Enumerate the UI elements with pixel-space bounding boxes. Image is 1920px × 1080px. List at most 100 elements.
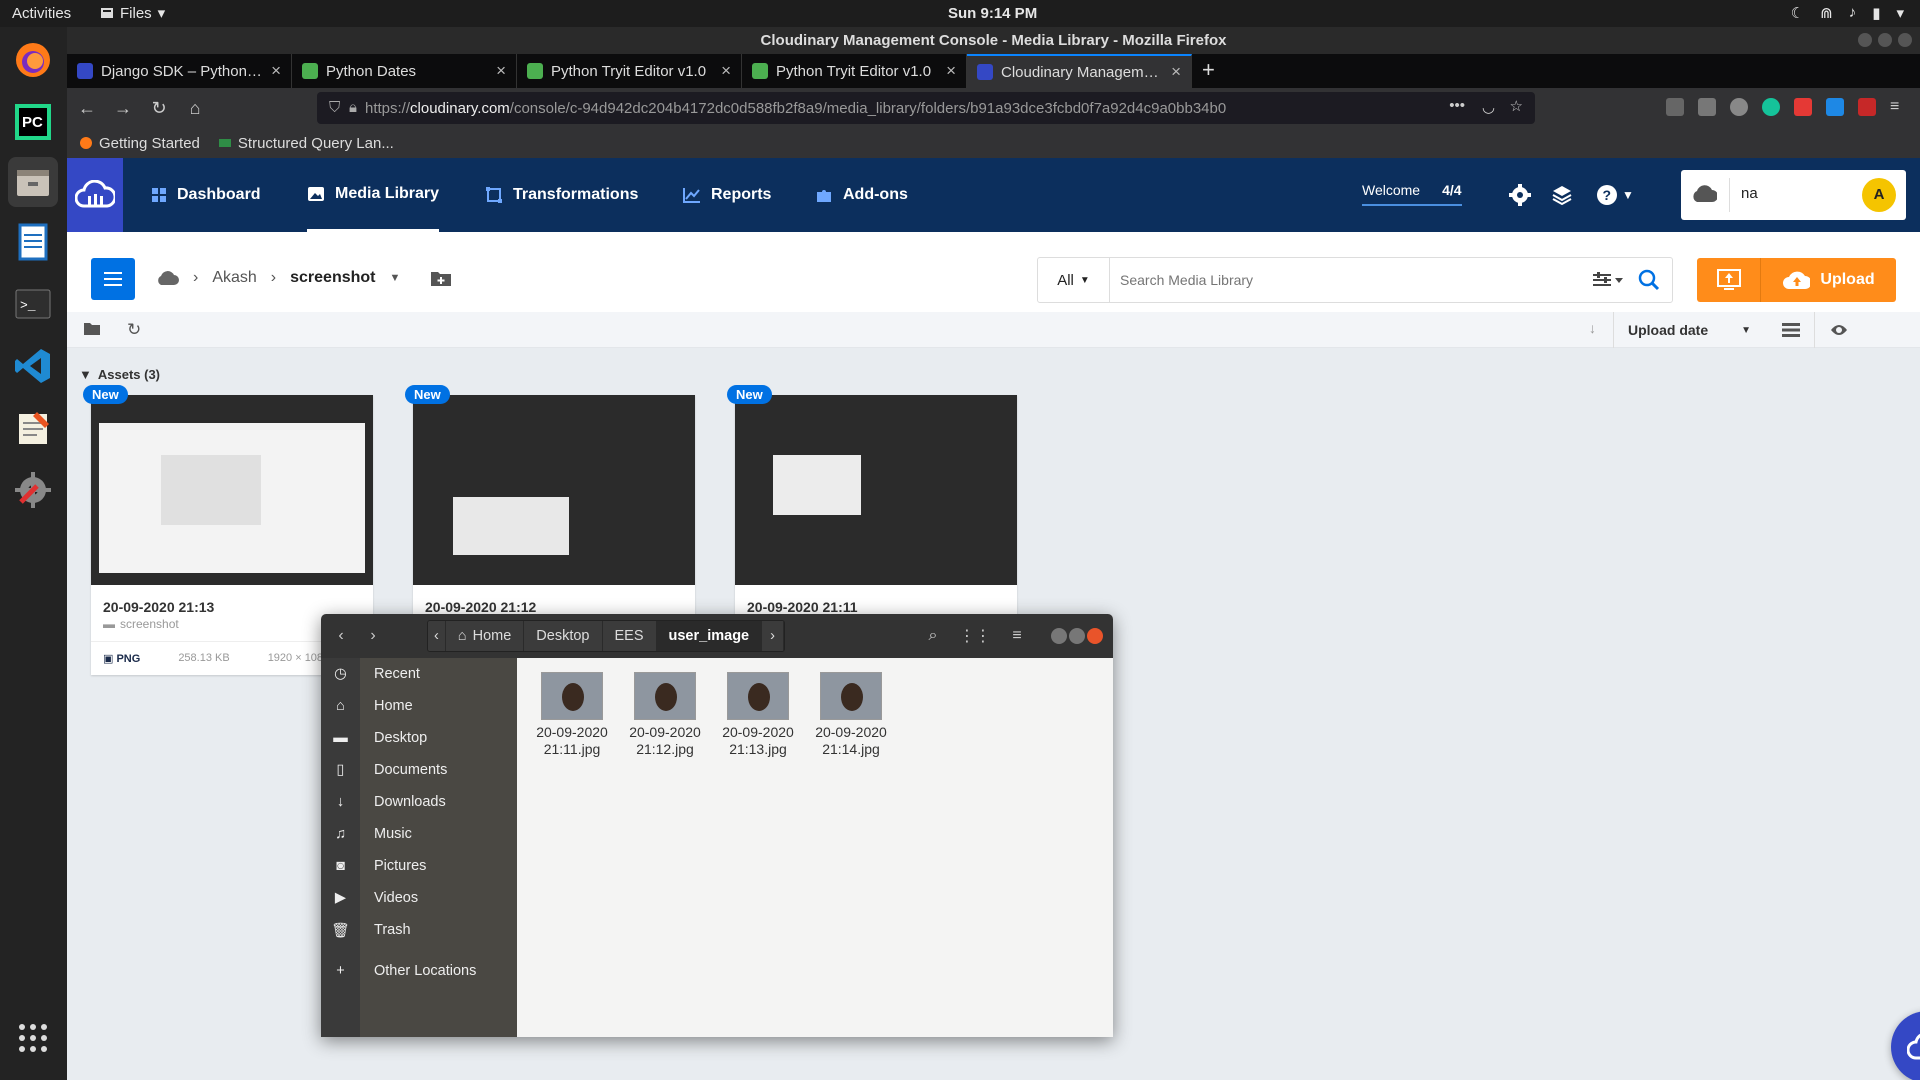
- asset-thumbnail[interactable]: [413, 395, 695, 585]
- vscode-launcher-icon[interactable]: [8, 341, 58, 391]
- place-videos[interactable]: ▶ Videos: [321, 882, 517, 914]
- extension-blue-icon[interactable]: [1826, 98, 1844, 116]
- library-icon[interactable]: [1666, 98, 1684, 116]
- bookmark-star-icon[interactable]: ☆: [1510, 97, 1523, 115]
- minimize-button[interactable]: [1051, 628, 1067, 644]
- tab-tryit-editor-2[interactable]: Python Tryit Editor v1.0 ×: [742, 54, 967, 88]
- lock-icon[interactable]: 🔒︎: [349, 99, 357, 116]
- sort-direction-icon[interactable]: ↓: [1589, 320, 1596, 336]
- path-ees[interactable]: EES: [602, 621, 657, 651]
- upload-widget-button[interactable]: [1697, 258, 1761, 302]
- place-recent[interactable]: ◷ Recent: [321, 658, 517, 690]
- place-documents[interactable]: ▯ Documents: [321, 754, 517, 786]
- eye-icon[interactable]: [1830, 323, 1848, 337]
- reload-icon[interactable]: ↻: [141, 92, 177, 124]
- home-icon[interactable]: ⌂: [177, 92, 213, 124]
- add-folder-icon[interactable]: [430, 269, 452, 287]
- close-button[interactable]: [1898, 33, 1912, 47]
- folder-options-chevron-icon[interactable]: ▼: [390, 272, 401, 284]
- nav-media-library[interactable]: Media Library: [307, 158, 440, 232]
- close-tab-icon[interactable]: ×: [271, 61, 281, 81]
- place-desktop[interactable]: ▬ Desktop: [321, 722, 517, 754]
- settings-launcher-icon[interactable]: [8, 465, 58, 515]
- maximize-button[interactable]: [1069, 628, 1085, 644]
- terminal-launcher-icon[interactable]: >_: [8, 279, 58, 329]
- tab-django-sdk[interactable]: Django SDK – Python Up ×: [67, 54, 292, 88]
- gear-icon[interactable]: [1507, 182, 1533, 208]
- forward-arrow-icon[interactable]: →: [105, 92, 141, 124]
- sort-select[interactable]: Upload date ▼: [1613, 312, 1765, 348]
- upload-button[interactable]: Upload: [1761, 258, 1896, 302]
- onboarding-progress[interactable]: Welcome 4/4: [1362, 182, 1462, 206]
- firefox-launcher-icon[interactable]: [8, 35, 58, 85]
- cloud-root-icon[interactable]: [155, 269, 179, 287]
- place-pictures[interactable]: ◙ Pictures: [321, 850, 517, 882]
- close-tab-icon[interactable]: ×: [1171, 62, 1181, 82]
- path-scroll-left-icon[interactable]: ‹: [428, 621, 446, 651]
- nav-dashboard[interactable]: Dashboard: [151, 158, 261, 232]
- adblock-plus-icon[interactable]: [1858, 98, 1876, 116]
- hamburger-menu-icon[interactable]: ≡: [1001, 620, 1033, 652]
- folder-icon[interactable]: [83, 322, 101, 336]
- writer-launcher-icon[interactable]: [8, 217, 58, 267]
- assets-section-toggle[interactable]: ▼ Assets (3): [79, 367, 160, 382]
- breadcrumb-akash[interactable]: Akash: [212, 269, 256, 287]
- path-home[interactable]: ⌂ Home: [445, 621, 525, 651]
- folder-tree-toggle-button[interactable]: [91, 258, 135, 300]
- place-home[interactable]: ⌂ Home: [321, 690, 517, 722]
- nav-addons[interactable]: Add-ons: [815, 158, 908, 232]
- pycharm-launcher-icon[interactable]: PC: [8, 97, 58, 147]
- maximize-button[interactable]: [1878, 33, 1892, 47]
- close-tab-icon[interactable]: ×: [721, 61, 731, 81]
- show-applications-icon[interactable]: [8, 1013, 58, 1063]
- asset-card[interactable]: New 20-09-2020 21:11 ▬screenshot: [727, 385, 1017, 641]
- shield-icon[interactable]: ⛉: [329, 99, 340, 116]
- path-user-image[interactable]: user_image: [656, 621, 763, 651]
- search-icon[interactable]: [1638, 269, 1660, 291]
- search-icon[interactable]: ⌕: [917, 620, 949, 652]
- asset-thumbnail[interactable]: [735, 395, 1017, 585]
- minimize-button[interactable]: [1858, 33, 1872, 47]
- page-actions-icon[interactable]: •••: [1449, 97, 1465, 114]
- path-desktop[interactable]: Desktop: [524, 621, 603, 651]
- view-toggle-icon[interactable]: ⋮⋮: [959, 620, 991, 652]
- cloudinary-logo-icon[interactable]: [67, 158, 123, 232]
- search-input[interactable]: [1110, 272, 1592, 288]
- file-item[interactable]: 20-09-2020 21:12.jpg: [622, 672, 708, 758]
- place-other-locations[interactable]: + Other Locations: [321, 955, 517, 987]
- activities-button[interactable]: Activities: [12, 5, 71, 22]
- cloudinary-assistant-button[interactable]: [1891, 1011, 1920, 1080]
- avatar[interactable]: A: [1862, 178, 1896, 212]
- close-tab-icon[interactable]: ×: [946, 61, 956, 81]
- tab-tryit-editor-1[interactable]: Python Tryit Editor v1.0 ×: [517, 54, 742, 88]
- list-view-icon[interactable]: [1782, 323, 1800, 337]
- extension-red-icon[interactable]: [1794, 98, 1812, 116]
- file-item[interactable]: 20-09-2020 21:13.jpg: [715, 672, 801, 758]
- chevron-left-icon[interactable]: ‹: [325, 620, 357, 652]
- files-launcher-icon[interactable]: [8, 157, 58, 207]
- place-trash[interactable]: 🗑︎ Trash: [321, 914, 517, 946]
- pocket-icon[interactable]: ◡: [1482, 98, 1495, 116]
- nav-reports[interactable]: Reports: [683, 158, 771, 232]
- bookmark-sql[interactable]: Structured Query Lan...: [218, 135, 394, 152]
- hamburger-menu-icon[interactable]: ≡: [1890, 98, 1908, 116]
- advanced-search-icon[interactable]: [1592, 271, 1624, 289]
- tab-python-dates[interactable]: Python Dates ×: [292, 54, 517, 88]
- help-menu[interactable]: ? ▼: [1593, 182, 1637, 208]
- search-type-filter[interactable]: All ▼: [1038, 258, 1110, 302]
- asset-card[interactable]: New 20-09-2020 21:12 ▬screenshot: [405, 385, 695, 641]
- asset-thumbnail[interactable]: [91, 395, 373, 585]
- back-arrow-icon[interactable]: ←: [69, 92, 105, 124]
- system-tray[interactable]: ☾ ⋒ ♪ ▮ ▾: [1791, 4, 1904, 22]
- nav-transformations[interactable]: Transformations: [485, 158, 638, 232]
- account-icon[interactable]: [1730, 98, 1748, 116]
- chevron-right-icon[interactable]: ›: [357, 620, 389, 652]
- path-scroll-right-icon[interactable]: ›: [762, 621, 784, 651]
- url-bar[interactable]: ⛉ 🔒︎ https://cloudinary.com/console/c-94…: [317, 92, 1535, 124]
- file-item[interactable]: 20-09-2020 21:11.jpg: [529, 672, 615, 758]
- app-menu[interactable]: Files ▾: [100, 4, 165, 22]
- new-tab-button[interactable]: +: [1192, 54, 1225, 88]
- tab-cloudinary[interactable]: Cloudinary Management ×: [967, 54, 1192, 88]
- file-item[interactable]: 20-09-2020 21:14.jpg: [808, 672, 894, 758]
- bookmark-getting-started[interactable]: Getting Started: [79, 135, 200, 152]
